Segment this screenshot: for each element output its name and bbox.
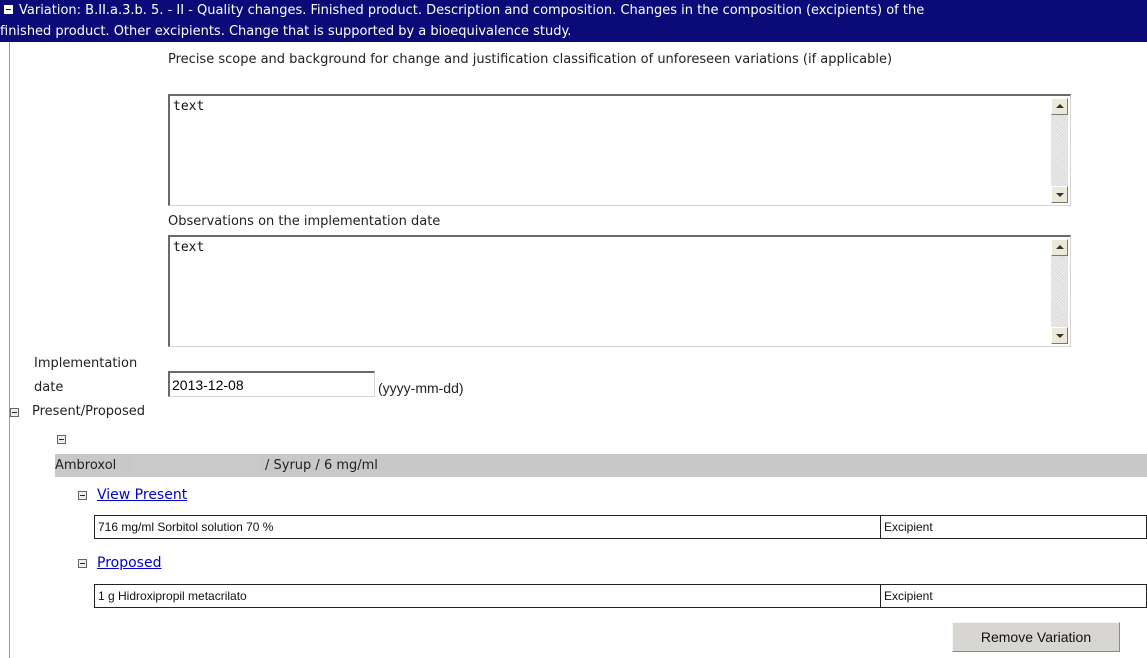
scroll-down-arrow-icon[interactable] (1051, 186, 1068, 203)
implementation-date-label-line1: Implementation (34, 356, 138, 371)
variation-title-text: Variation: B.II.a.3.b. 5. - II - Quality… (19, 3, 925, 18)
proposed-table: 1 g Hidroxipropil metacrilato Excipient (94, 584, 1147, 608)
left-border-line (9, 0, 10, 658)
scope-label: Precise scope and background for change … (168, 52, 893, 67)
present-table: 716 mg/ml Sorbitol solution 70 % Excipie… (94, 515, 1147, 539)
product-name: Ambroxol (55, 458, 117, 473)
role-cell: Excipient (880, 515, 1147, 539)
redacted-block (133, 456, 259, 475)
variation-title-line1: Variation: B.II.a.3.b. 5. - II - Quality… (4, 0, 924, 21)
present-collapse-icon[interactable] (78, 491, 87, 500)
observations-label: Observations on the implementation date (168, 214, 441, 229)
product-bar: Ambroxol / Syrup / 6 mg/ml (55, 454, 1147, 477)
scroll-down-arrow-icon[interactable] (1051, 327, 1068, 344)
ingredient-cell: 716 mg/ml Sorbitol solution 70 % (94, 515, 881, 539)
observations-text: text (173, 240, 205, 255)
observations-textarea[interactable]: text (168, 235, 1071, 347)
table-row: 716 mg/ml Sorbitol solution 70 % Excipie… (94, 515, 1147, 539)
scroll-up-arrow-icon[interactable] (1051, 239, 1068, 256)
collapse-icon[interactable] (4, 5, 13, 14)
scope-textarea[interactable]: text (168, 94, 1071, 206)
date-format-hint: (yyyy-mm-dd) (378, 380, 464, 396)
proposed-collapse-icon[interactable] (78, 559, 87, 568)
product-collapse-icon[interactable] (57, 435, 66, 444)
scope-text: text (173, 99, 205, 114)
implementation-date-input[interactable] (168, 371, 375, 397)
proposed-link[interactable]: Proposed (97, 555, 161, 571)
observations-scrollbar[interactable] (1051, 239, 1068, 344)
product-form-strength: / Syrup / 6 mg/ml (265, 458, 378, 473)
scroll-up-arrow-icon[interactable] (1051, 98, 1068, 115)
ingredient-cell: 1 g Hidroxipropil metacrilato (94, 584, 881, 608)
table-row: 1 g Hidroxipropil metacrilato Excipient (94, 584, 1147, 608)
variation-title-line2: finished product. Other excipients. Chan… (0, 24, 572, 39)
implementation-date-label-line2: date (34, 380, 64, 395)
remove-variation-button[interactable]: Remove Variation (952, 622, 1120, 652)
present-proposed-label: Present/Proposed (32, 404, 146, 419)
view-present-link[interactable]: View Present (97, 487, 187, 503)
variation-header: Variation: B.II.a.3.b. 5. - II - Quality… (0, 0, 1147, 42)
scope-scrollbar[interactable] (1051, 98, 1068, 203)
present-proposed-collapse-icon[interactable] (10, 408, 19, 417)
role-cell: Excipient (880, 584, 1147, 608)
